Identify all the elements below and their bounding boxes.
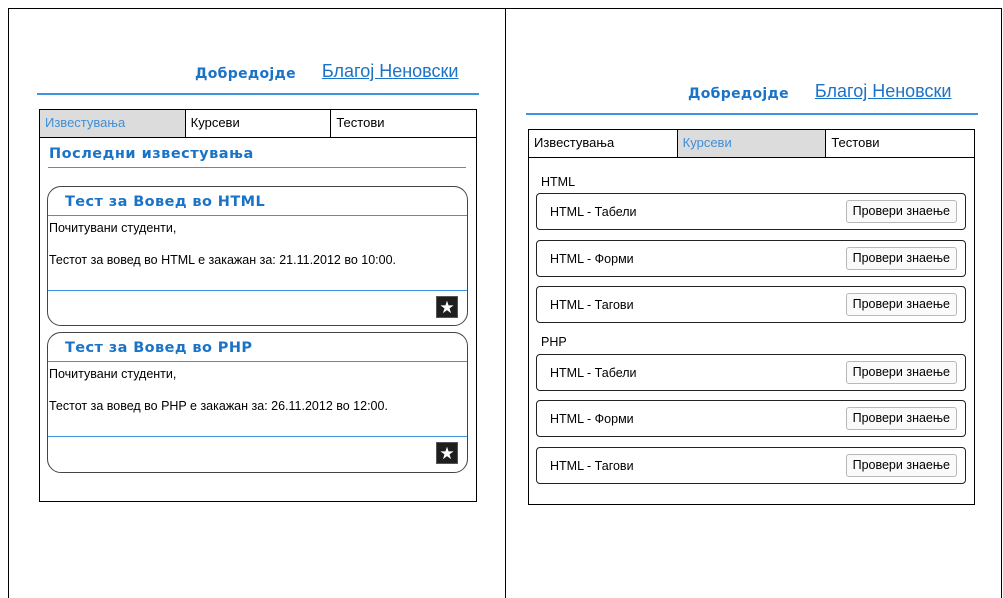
course-name: HTML - Форми (550, 411, 634, 426)
tab-courses[interactable]: Курсеви (676, 130, 826, 157)
notice-body: Почитувани студенти, Тестот за вовед во … (48, 216, 467, 291)
right-screen: Добредојде Благој Неновски Известувања К… (505, 8, 1002, 598)
header-divider (37, 93, 479, 95)
course-name: HTML - Тагови (550, 297, 634, 312)
header: Добредојде Благој Неновски (195, 61, 458, 82)
check-knowledge-button[interactable]: Провери знаење (845, 361, 957, 384)
welcome-label: Добредојде (688, 86, 789, 102)
tab-notifications[interactable]: Известувања (529, 130, 677, 157)
notifications-panel: Известувања Курсеви Тестови Последни изв… (39, 109, 477, 502)
notice-text: Тестот за вовед во PHP е закажан за: 26.… (49, 399, 388, 413)
notice-card: Тест за Вовед во PHP Почитувани студенти… (47, 332, 468, 473)
group-label-php: PHP (541, 335, 567, 349)
notice-body: Почитувани студенти, Тестот за вовед во … (48, 362, 467, 437)
course-row: HTML - Табели Провери знаење (536, 354, 966, 391)
user-link[interactable]: Благој Неновски (322, 61, 459, 82)
check-knowledge-button[interactable]: Провери знаење (845, 293, 957, 316)
course-name: HTML - Табели (550, 365, 637, 380)
group-label-html: HTML (541, 175, 576, 189)
notice-greeting: Почитувани студенти, (49, 367, 177, 381)
header: Добредојде Благој Неновски (688, 81, 951, 102)
header-divider (526, 113, 978, 115)
welcome-label: Добредојде (195, 66, 296, 82)
user-link[interactable]: Благој Неновски (815, 81, 952, 102)
tab-notifications[interactable]: Известувања (40, 110, 185, 137)
tab-bar: Известувања Курсеви Тестови (529, 130, 974, 158)
notice-title[interactable]: Тест за Вовед во PHP (48, 333, 467, 362)
notice-title[interactable]: Тест за Вовед во HTML (48, 187, 467, 216)
course-row: HTML - Табели Провери знаење (536, 193, 966, 230)
star-icon[interactable]: ★ (436, 442, 458, 464)
course-name: HTML - Табели (550, 204, 637, 219)
tab-courses[interactable]: Курсеви (184, 110, 331, 137)
tab-tests[interactable]: Тестови (825, 130, 974, 157)
course-row: HTML - Форми Провери знаење (536, 240, 966, 277)
notice-greeting: Почитувани студенти, (49, 221, 177, 235)
course-row: HTML - Тагови Провери знаење (536, 286, 966, 323)
check-knowledge-button[interactable]: Провери знаење (845, 200, 957, 223)
tab-tests[interactable]: Тестови (330, 110, 476, 137)
notice-card: Тест за Вовед во HTML Почитувани студент… (47, 186, 468, 326)
check-knowledge-button[interactable]: Провери знаење (845, 247, 957, 270)
course-name: HTML - Форми (550, 251, 634, 266)
courses-panel: Известувања Курсеви Тестови HTML HTML - … (528, 129, 975, 505)
course-row: HTML - Форми Провери знаење (536, 400, 966, 437)
check-knowledge-button[interactable]: Провери знаење (845, 454, 957, 477)
course-name: HTML - Тагови (550, 458, 634, 473)
course-row: HTML - Тагови Провери знаење (536, 447, 966, 484)
check-knowledge-button[interactable]: Провери знаење (845, 407, 957, 430)
star-icon[interactable]: ★ (436, 296, 458, 318)
tab-bar: Известувања Курсеви Тестови (40, 110, 476, 138)
left-screen: Добредојде Благој Неновски Известувања К… (8, 8, 506, 598)
notice-text: Тестот за вовед во HTML е закажан за: 21… (49, 253, 397, 267)
notice-footer: ★ (48, 291, 467, 324)
section-title: Последни известувања (48, 146, 466, 168)
notice-footer: ★ (48, 437, 467, 470)
